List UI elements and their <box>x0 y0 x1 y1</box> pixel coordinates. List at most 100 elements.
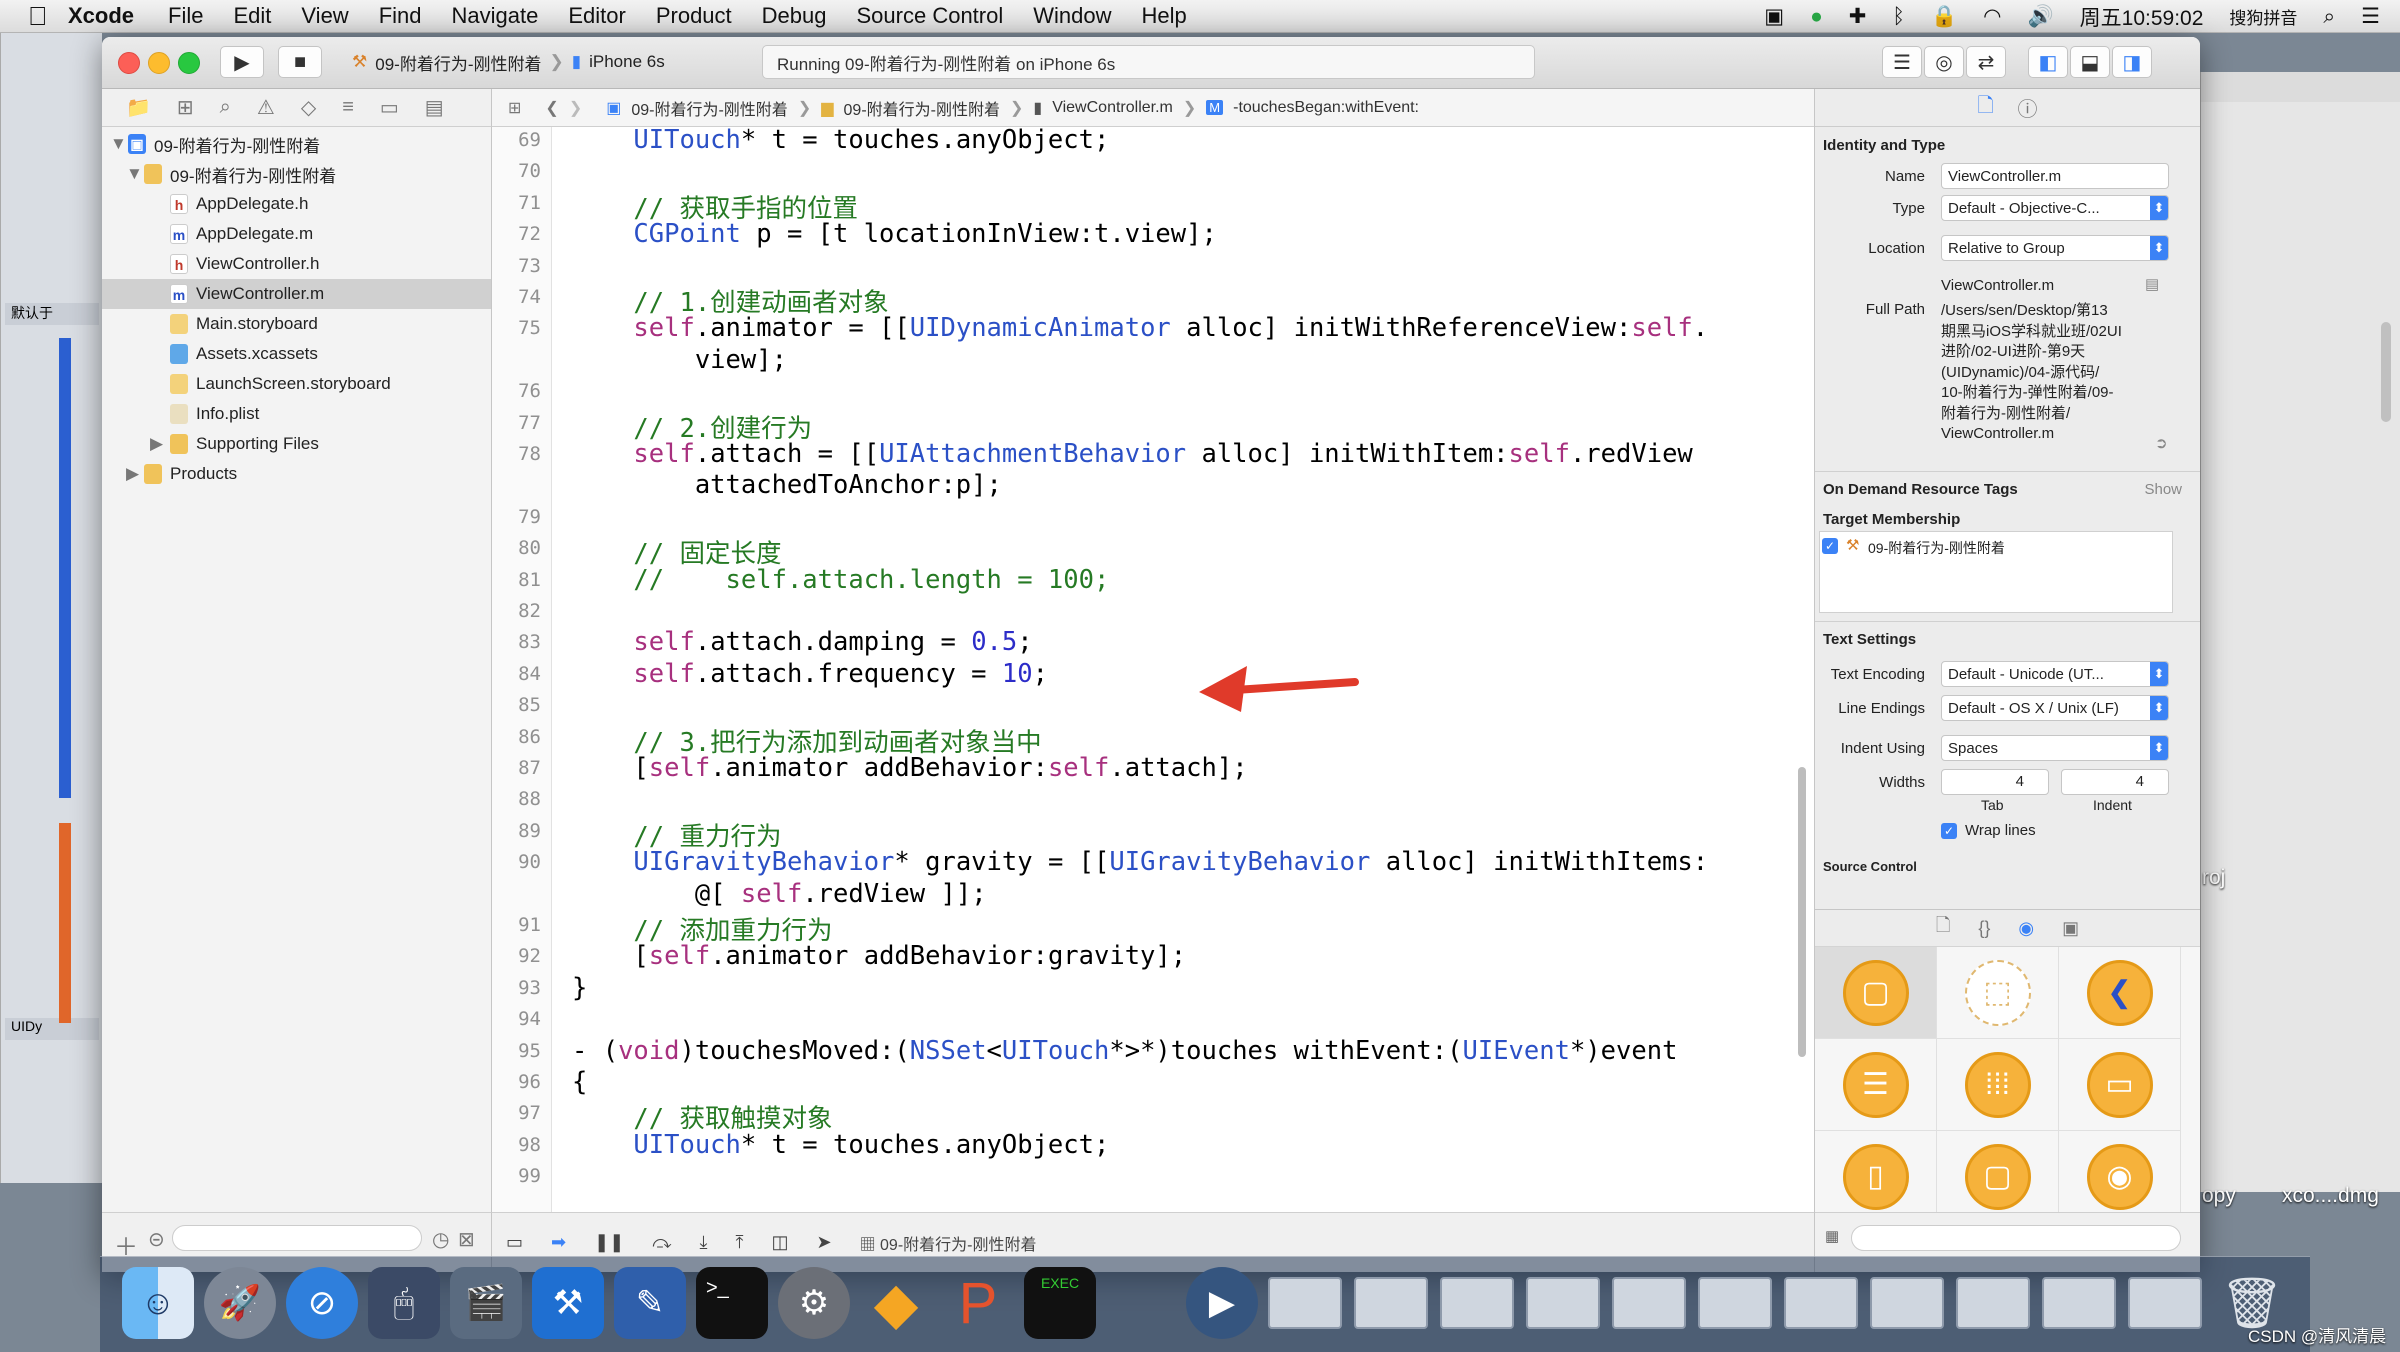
reveal-in-finder-icon[interactable]: ➲ <box>2155 434 2168 452</box>
paw-icon[interactable]: P <box>942 1267 1014 1339</box>
code-line[interactable]: CGPoint p = [t locationInView:t.view]; <box>572 219 1216 249</box>
green-app-icon[interactable]: ● <box>1810 5 1823 29</box>
disclosure-open-icon[interactable]: ▼ <box>110 134 128 154</box>
jumpbar-crumb[interactable]: ViewController.m <box>1052 99 1173 117</box>
nav-file-launchscreen[interactable]: LaunchScreen.storyboard <box>102 369 491 399</box>
code-line[interactable]: view]; <box>572 345 787 375</box>
library-filter-field[interactable] <box>1851 1225 2181 1251</box>
find-icon[interactable]: ⌕ <box>220 96 231 119</box>
toggle-navigator-button[interactable]: ◧ <box>2028 46 2068 78</box>
code-line[interactable]: UIGravityBehavior* gravity = [[UIGravity… <box>572 847 1708 877</box>
forward-icon[interactable]: ❯ <box>569 98 582 118</box>
nav-file-appdelegate-m[interactable]: m AppDelegate.m <box>102 219 491 249</box>
menu-source-control[interactable]: Source Control <box>857 3 1004 29</box>
minimized-window-thumbnail[interactable] <box>1268 1277 1342 1329</box>
location-icon[interactable]: ➤ <box>816 1232 831 1253</box>
instruments-icon[interactable]: ✎ <box>614 1267 686 1339</box>
minimized-window-thumbnail[interactable] <box>1870 1277 1944 1329</box>
library-item[interactable]: ❮ <box>2059 947 2181 1039</box>
close-button[interactable] <box>118 52 140 74</box>
disclosure-closed-icon[interactable]: ▶ <box>150 434 170 454</box>
step-out-icon[interactable]: ⤒ <box>736 1232 744 1253</box>
library-item[interactable]: ▢ <box>1937 1131 2059 1223</box>
assistant-editor-button[interactable]: ◎ <box>1924 46 1964 78</box>
code-line[interactable]: } <box>572 973 587 1003</box>
plus-icon[interactable]: ✚ <box>1849 4 1867 29</box>
recent-icon[interactable]: ◷ <box>432 1227 449 1252</box>
code-line[interactable]: self.animator = [[UIDynamicAnimator allo… <box>572 313 1708 343</box>
file-template-icon[interactable]: 🗋 <box>1936 913 1950 943</box>
quicktime-icon[interactable]: ▶ <box>1186 1267 1258 1339</box>
menu-view[interactable]: View <box>301 3 348 29</box>
jumpbar-crumb[interactable]: 09-附着行为-刚性附着 <box>844 96 1000 120</box>
spotlight-icon[interactable]: ⌕ <box>2323 5 2335 29</box>
view-debug-icon[interactable]: ◫ <box>771 1232 788 1253</box>
safari-icon[interactable]: ⊘ <box>286 1267 358 1339</box>
minimize-button[interactable] <box>148 52 170 74</box>
indent-using-popup[interactable]: Spaces <box>1941 735 2169 761</box>
file-inspector-icon[interactable]: 🗋 <box>1977 91 1993 125</box>
version-editor-button[interactable]: ⇄ <box>1966 46 2006 78</box>
editor-scrollbar[interactable] <box>1798 767 1806 1057</box>
background-scrollbar[interactable] <box>2381 322 2391 422</box>
related-items-icon[interactable]: ⊞ <box>508 98 521 118</box>
nav-file-appdelegate-h[interactable]: h AppDelegate.h <box>102 189 491 219</box>
standard-editor-button[interactable]: ☰ <box>1882 46 1922 78</box>
code-line[interactable]: // self.attach.length = 100; <box>572 565 1109 595</box>
breakpoint-icon[interactable]: ▭ <box>380 95 399 120</box>
zoom-button[interactable] <box>178 52 200 74</box>
nav-file-info-plist[interactable]: Info.plist <box>102 399 491 429</box>
minimized-window-thumbnail[interactable] <box>1440 1277 1514 1329</box>
symbol-icon[interactable]: ⊞ <box>177 95 194 120</box>
menu-help[interactable]: Help <box>1142 3 1187 29</box>
system-preferences-icon[interactable]: ⚙ <box>778 1267 850 1339</box>
menu-product[interactable]: Product <box>656 3 732 29</box>
indent-width-stepper[interactable]: 4 <box>2061 769 2169 795</box>
minimized-window-thumbnail[interactable] <box>2042 1277 2116 1329</box>
stop-button[interactable]: ■ <box>278 46 322 78</box>
terminal-icon[interactable]: >_ <box>696 1267 768 1339</box>
encoding-popup[interactable]: Default - Unicode (UT... <box>1941 661 2169 687</box>
menu-find[interactable]: Find <box>379 3 422 29</box>
minimized-window-thumbnail[interactable] <box>2128 1277 2202 1329</box>
target-debug-label[interactable]: ▦ 09-附着行为-刚性附着 <box>860 1231 1037 1255</box>
folder-icon[interactable]: 📁 <box>126 95 151 120</box>
debug-icon[interactable]: ≡ <box>342 96 354 119</box>
quick-help-icon[interactable]: ⓘ <box>2018 93 2038 122</box>
console-icon[interactable]: EXEC <box>1024 1267 1096 1339</box>
minimized-window-thumbnail[interactable] <box>1956 1277 2030 1329</box>
breakpoints-toggle-icon[interactable]: ➡ <box>551 1232 566 1253</box>
apple-icon[interactable]:  <box>28 1 68 32</box>
nav-group-products[interactable]: ▶ Products <box>102 459 491 489</box>
code-line[interactable]: self.attach.damping = 0.5; <box>572 627 1032 657</box>
line-endings-popup[interactable]: Default - OS X / Unix (LF) <box>1941 695 2169 721</box>
library-item[interactable]: ▢ <box>1815 947 1937 1039</box>
code-line[interactable]: - (void)touchesMoved:(NSSet<UITouch*>*)t… <box>572 1036 1677 1066</box>
run-button[interactable]: ▶ <box>220 46 264 78</box>
grid-view-icon[interactable]: ▦ <box>1825 1227 1839 1245</box>
type-popup[interactable]: Default - Objective-C... <box>1941 195 2169 221</box>
bluetooth-icon[interactable]: ᛒ <box>1892 5 1905 29</box>
object-library-icon[interactable]: ◉ <box>2018 918 2034 939</box>
menu-file[interactable]: File <box>168 3 203 29</box>
library-item[interactable]: ⬚ <box>1937 947 2059 1039</box>
filter-field[interactable] <box>172 1225 422 1251</box>
code-line[interactable]: self.attach = [[UIAttachmentBehavior all… <box>572 439 1692 469</box>
issue-icon[interactable]: ⚠ <box>257 95 275 120</box>
xcode-icon[interactable]: ⚒ <box>532 1267 604 1339</box>
nav-group-supporting-files[interactable]: ▶ Supporting Files <box>102 429 491 459</box>
finder-icon[interactable]: ☺ <box>122 1267 194 1339</box>
toggle-debug-button[interactable]: ⬓ <box>2070 46 2110 78</box>
minimized-window-thumbnail[interactable] <box>1698 1277 1772 1329</box>
odr-show-button[interactable]: Show <box>2144 481 2182 498</box>
minimized-window-thumbnail[interactable] <box>1784 1277 1858 1329</box>
tab-width-stepper[interactable]: 4 <box>1941 769 2049 795</box>
source-editor[interactable]: 69 70 71 72 73 74 75 76 77 78 79 80 81 82 83 84 85 86 87 88… <box>492 125 1814 1212</box>
back-icon[interactable]: ❮ <box>545 98 558 118</box>
disclosure-open-icon[interactable]: ▼ <box>126 164 144 184</box>
menu-edit[interactable]: Edit <box>233 3 271 29</box>
nav-file-assets[interactable]: Assets.xcassets <box>102 339 491 369</box>
name-field[interactable]: ViewController.m <box>1941 163 2169 189</box>
pause-icon[interactable]: ❚❚ <box>594 1232 624 1253</box>
scm-filter-icon[interactable]: ⊠ <box>458 1227 475 1252</box>
